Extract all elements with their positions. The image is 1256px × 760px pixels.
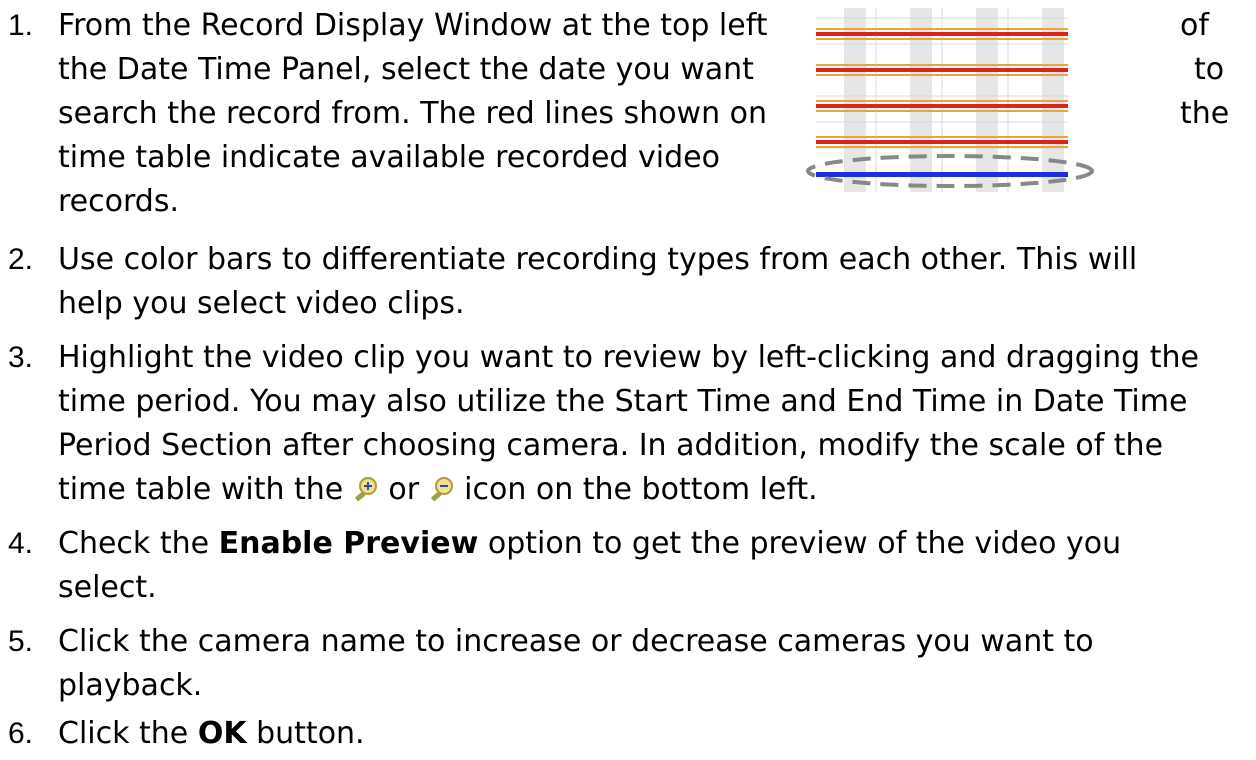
step-number: 5. bbox=[8, 625, 34, 658]
step-number: 2. bbox=[8, 243, 34, 276]
step-text: Click the camera name to increase or dec… bbox=[58, 624, 1094, 659]
zoom-in-icon[interactable] bbox=[353, 476, 379, 502]
step-1-right-word: to bbox=[1194, 52, 1225, 87]
step-text: From the Record Display Window at the to… bbox=[58, 8, 768, 43]
step-text-pre: Check the bbox=[58, 526, 210, 561]
step-text: Highlight the video clip you want to rev… bbox=[58, 340, 1199, 375]
step-text-post: option to get the preview of the video y… bbox=[487, 526, 1122, 561]
step-number: 6. bbox=[8, 717, 34, 750]
step-text-post: button. bbox=[256, 716, 365, 751]
step-text-after: icon on the bottom left. bbox=[464, 472, 818, 507]
step-text: help you select video clips. bbox=[58, 286, 465, 321]
step-1-right-word: the bbox=[1180, 96, 1230, 131]
step-1-right-word: of bbox=[1180, 8, 1209, 43]
step-text-between: or bbox=[388, 472, 420, 507]
step-text: Check the Enable Preview option to get t… bbox=[58, 522, 1121, 566]
step-text: records. bbox=[58, 184, 179, 219]
instruction-page: 1. From the Record Display Window at the… bbox=[0, 0, 1256, 760]
step-text-pre: Click the bbox=[58, 716, 189, 751]
step-text: playback. bbox=[58, 668, 203, 703]
step-text: time table with the or icon on the botto… bbox=[58, 468, 818, 512]
step-text-before: time table with the bbox=[58, 472, 344, 507]
step-number: 1. bbox=[8, 9, 34, 42]
zoom-out-icon[interactable] bbox=[429, 476, 455, 502]
step-text: search the record from. The red lines sh… bbox=[58, 96, 768, 131]
step-text: select. bbox=[58, 570, 157, 605]
step-text: Use color bars to differentiate recordin… bbox=[58, 242, 1138, 277]
enable-preview-label: Enable Preview bbox=[218, 526, 479, 561]
step-number: 3. bbox=[8, 341, 34, 374]
step-text: Click the OK button. bbox=[58, 712, 365, 756]
step-text: time period. You may also utilize the St… bbox=[58, 384, 1188, 419]
step-text: the Date Time Panel, select the date you… bbox=[58, 52, 754, 87]
ok-label: OK bbox=[197, 716, 247, 751]
step-text: time table indicate available recorded v… bbox=[58, 140, 720, 175]
highlight-dashed-ellipse bbox=[806, 154, 1094, 188]
step-text: Period Section after choosing camera. In… bbox=[58, 428, 1164, 463]
step-number: 4. bbox=[8, 527, 34, 560]
